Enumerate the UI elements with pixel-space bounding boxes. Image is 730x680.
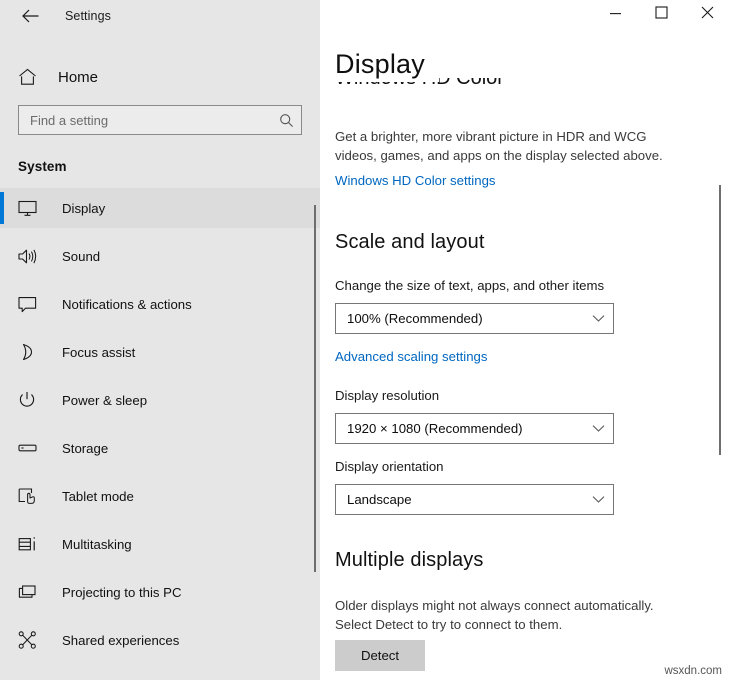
chat-bubble-icon [18, 296, 42, 313]
app-title: Settings [65, 9, 111, 23]
maximize-button[interactable] [638, 0, 684, 30]
orientation-field-label: Display orientation [335, 459, 444, 474]
sidebar-item-storage[interactable]: Storage [0, 428, 320, 468]
maximize-icon [655, 6, 668, 24]
scale-field-label: Change the size of text, apps, and other… [335, 278, 604, 293]
sidebar-item-label: Shared experiences [62, 633, 179, 648]
projector-icon [18, 584, 42, 601]
watermark: wsxdn.com [664, 665, 722, 677]
monitor-icon [18, 200, 42, 217]
search-input[interactable] [30, 107, 279, 133]
chevron-down-icon [592, 495, 605, 504]
speaker-icon [18, 248, 42, 265]
settings-scroll-content: Windows HD Color Get a brighter, more vi… [320, 0, 730, 680]
sidebar-item-multitasking[interactable]: Multitasking [0, 524, 320, 564]
sidebar-item-label: Projecting to this PC [62, 585, 181, 600]
sidebar-scrollbar[interactable] [314, 205, 316, 572]
sidebar-titlebar: Settings [0, 0, 320, 32]
hd-color-description: Get a brighter, more vibrant picture in … [335, 127, 680, 165]
multiple-displays-description-line1: Older displays might not always connect … [335, 596, 654, 615]
sidebar-item-power-sleep[interactable]: Power & sleep [0, 380, 320, 420]
sidebar-item-label: Tablet mode [62, 489, 134, 504]
share-nodes-icon [18, 631, 42, 649]
minimize-button[interactable] [592, 0, 638, 30]
resolution-dropdown-value: 1920 × 1080 (Recommended) [347, 421, 592, 436]
section-heading-multiple-displays: Multiple displays [335, 549, 483, 572]
close-icon [701, 6, 714, 24]
page-title: Display [335, 46, 439, 82]
sidebar-item-display[interactable]: Display [0, 188, 320, 228]
back-button[interactable] [12, 1, 48, 31]
resolution-dropdown[interactable]: 1920 × 1080 (Recommended) [335, 413, 614, 444]
sidebar-item-label: Sound [62, 249, 100, 264]
sidebar-item-shared-experiences[interactable]: Shared experiences [0, 620, 320, 660]
section-heading-scale-and-layout: Scale and layout [335, 231, 484, 254]
scale-dropdown-value: 100% (Recommended) [347, 311, 592, 326]
scale-dropdown[interactable]: 100% (Recommended) [335, 303, 614, 334]
main-content-pane: Display Windows HD Color Get a brighter,… [320, 0, 730, 680]
power-icon [18, 391, 42, 409]
sidebar-item-focus-assist[interactable]: Focus assist [0, 332, 320, 372]
sidebar-item-notifications-actions[interactable]: Notifications & actions [0, 284, 320, 324]
orientation-dropdown-value: Landscape [347, 492, 592, 507]
sidebar: Settings Home System [0, 0, 320, 680]
close-button[interactable] [684, 0, 730, 30]
content-scrollbar[interactable] [719, 185, 721, 455]
sidebar-item-sound[interactable]: Sound [0, 236, 320, 276]
sidebar-nav-list: Display Sound [0, 188, 320, 660]
chevron-down-icon [592, 314, 605, 323]
back-arrow-icon [22, 9, 39, 23]
resolution-field-label: Display resolution [335, 388, 439, 403]
sidebar-item-tablet-mode[interactable]: Tablet mode [0, 476, 320, 516]
windows-hd-color-settings-link[interactable]: Windows HD Color settings [335, 173, 496, 188]
sidebar-item-home[interactable]: Home [0, 56, 320, 98]
search-icon[interactable] [279, 113, 294, 128]
multiple-displays-description-line2: Select Detect to try to connect to them. [335, 615, 562, 634]
sidebar-group-title: System [18, 159, 320, 174]
sidebar-item-home-label: Home [58, 69, 98, 86]
sidebar-item-projecting-to-this-pc[interactable]: Projecting to this PC [0, 572, 320, 612]
sidebar-item-label: Storage [62, 441, 108, 456]
sidebar-item-label: Focus assist [62, 345, 135, 360]
detect-button[interactable]: Detect [335, 640, 425, 671]
advanced-scaling-settings-link[interactable]: Advanced scaling settings [335, 349, 487, 364]
drive-icon [18, 442, 42, 454]
chevron-down-icon [592, 424, 605, 433]
settings-window: Settings Home System [0, 0, 730, 680]
search-box[interactable] [18, 105, 302, 135]
multitasking-icon [18, 536, 42, 553]
orientation-dropdown[interactable]: Landscape [335, 484, 614, 515]
home-icon [18, 68, 40, 86]
sidebar-item-label: Display [62, 201, 105, 216]
sidebar-item-label: Multitasking [62, 537, 132, 552]
tablet-hand-icon [18, 487, 42, 505]
minimize-icon [609, 6, 622, 24]
sidebar-item-label: Notifications & actions [62, 297, 192, 312]
moon-icon [18, 343, 42, 361]
window-controls [320, 0, 730, 32]
sidebar-item-label: Power & sleep [62, 393, 147, 408]
